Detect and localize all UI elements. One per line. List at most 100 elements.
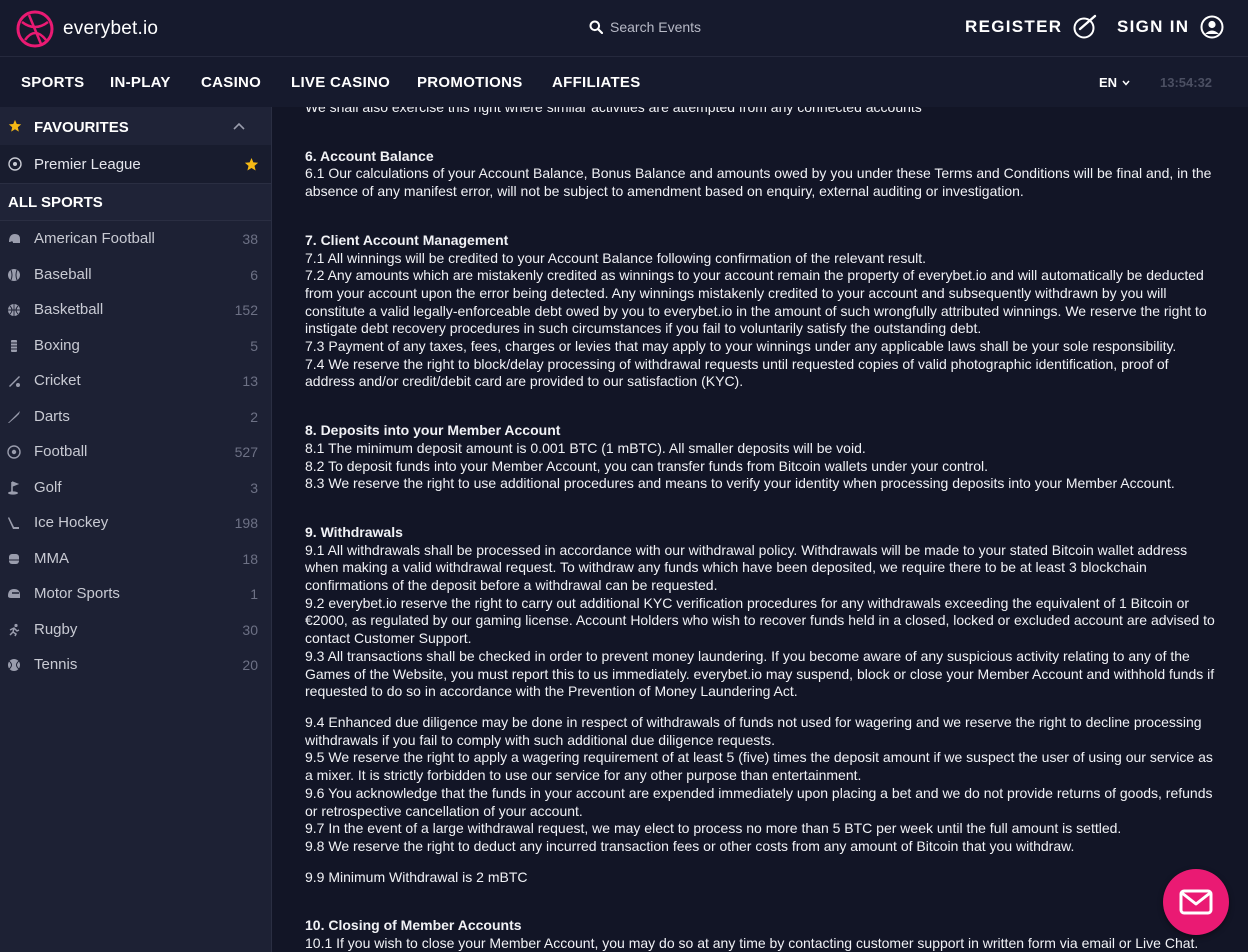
sport-item-motor-sports[interactable]: Motor Sports 1 [0,576,271,612]
boxing-icon [11,339,17,352]
chat-button[interactable] [1163,869,1229,935]
sport-name: Golf [34,478,62,496]
register-label: REGISTER [965,17,1063,36]
terms-document: We shall also exercise this right where … [305,107,1220,952]
nav-casino[interactable]: CASINO [201,74,261,91]
sport-name: Cricket [34,372,81,389]
user-icon [1200,15,1224,39]
clock: 13:54:32 [1160,75,1213,90]
mma-glove-icon [9,553,19,564]
sport-item-rugby[interactable]: Rugby 30 [0,612,271,648]
sport-item-golf[interactable]: Golf 3 [0,470,271,506]
paragraph: 9.3 All transactions shall be checked in… [305,647,1215,700]
sport-count: 198 [234,515,258,531]
sport-item-basketball[interactable]: Basketball 152 [0,292,271,328]
star-icon[interactable] [244,157,259,172]
helmet-racing-icon [8,589,20,598]
baseball-icon [8,268,20,281]
star-icon [8,119,22,132]
soccer-ball-icon [8,157,22,171]
nav-in-play[interactable]: IN-PLAY [110,74,171,91]
favourite-label: Premier League [34,156,141,173]
sport-item-mma[interactable]: MMA 18 [0,541,271,577]
language-selector[interactable]: EN [1099,75,1130,90]
sport-count: 38 [242,231,258,247]
logo-ball-icon [16,10,54,48]
sport-item-tennis[interactable]: Tennis 20 [0,647,271,683]
chevron-up-icon[interactable] [233,122,245,130]
sport-name: Boxing [34,336,80,354]
sport-list: American Football 38 Baseball 6 Basketball 15… [0,221,271,683]
sport-count: 30 [242,621,258,638]
sport-count: 1 [250,586,258,602]
sport-count: 5 [250,337,258,354]
nav-promotions[interactable]: PROMOTIONS [417,74,523,91]
basketball-icon [8,304,20,316]
paragraph: 9.8 We reserve the right to deduct any i… [305,837,1075,854]
sport-name: Football [34,443,88,460]
all-sports-title: ALL SPORTS [8,194,103,211]
paragraph: 9.5 We reserve the right to apply a wage… [305,749,1213,784]
sport-item-darts[interactable]: Darts 2 [0,399,271,435]
sign-in-button[interactable]: SIGN IN [1117,14,1225,40]
search-placeholder: Search Events [610,19,702,35]
sport-count: 13 [242,373,258,389]
sport-name: Tennis [34,656,78,673]
paragraph: 8.1 The minimum deposit amount is 0.001 … [305,439,866,456]
cricket-icon [9,376,20,387]
sport-item-boxing[interactable]: Boxing 5 [0,328,271,364]
section-title: 6. Account Balance [305,147,434,164]
section-title: 7. Client Account Management [305,231,509,248]
favourites-title: FAVOURITES [34,119,129,136]
nav-sports[interactable]: SPORTS [21,74,84,91]
dart-icon [8,410,20,423]
sign-in-label: SIGN IN [1117,17,1190,36]
chevron-down-icon [1122,80,1130,86]
register-button[interactable]: REGISTER [965,14,1098,40]
search-events[interactable]: Search Events [589,19,701,35]
runner-icon [9,623,20,636]
envelope-icon [1179,889,1213,915]
section-title: 9. Withdrawals [305,523,403,540]
sport-count: 18 [242,550,258,567]
sports-sidebar: FAVOURITES Premier League ALL SPORTS Ame… [0,107,272,952]
section-title: 8. Deposits into your Member Account [305,422,561,439]
top-header: everybet.io Search Events REGISTER SIGN … [0,0,1248,57]
sport-name: Basketball [34,301,104,318]
sport-name: MMA [34,549,69,567]
pen-check-icon [1073,14,1097,39]
sport-item-football[interactable]: Football 527 [0,434,271,470]
tennis-ball-icon [8,659,20,671]
sport-count: 20 [242,657,258,673]
sport-name: Darts [34,407,70,425]
paragraph: 9.1 All withdrawals shall be processed i… [305,541,1188,594]
paragraph: We shall also exercise this right where … [305,107,922,115]
paragraph: 10.1 If you wish to close your Member Ac… [305,935,1199,952]
sport-item-ice-hockey[interactable]: Ice Hockey 198 [0,505,271,541]
paragraph: 7.4 We reserve the right to block/delay … [305,355,1169,390]
brand-logo[interactable]: everybet.io [16,10,158,48]
nav-live-casino[interactable]: LIVE CASINO [291,74,390,91]
sport-count: 3 [250,479,258,496]
sport-name: Baseball [34,265,92,283]
section-title: 10. Closing of Member Accounts [305,917,522,934]
golf-icon [8,480,20,495]
language-label: EN [1099,75,1118,90]
paragraph: 9.9 Minimum Withdrawal is 2 mBTC [305,868,528,885]
favourite-item-premier-league[interactable]: Premier League [0,145,271,183]
main-nav: SPORTS IN-PLAY CASINO LIVE CASINO PROMOT… [0,57,1248,107]
sport-item-baseball[interactable]: Baseball 6 [0,257,271,293]
paragraph: 9.2 everybet.io reserve the right to car… [305,594,1215,647]
nav-affiliates[interactable]: AFFILIATES [552,74,641,91]
helmet-icon [9,234,20,243]
favourites-header[interactable]: FAVOURITES [0,107,271,145]
sport-count: 6 [250,266,258,283]
sport-item-cricket[interactable]: Cricket 13 [0,363,271,399]
all-sports-header: ALL SPORTS [0,183,271,221]
sport-count: 527 [234,444,258,460]
terms-content[interactable]: We shall also exercise this right where … [273,107,1248,952]
sport-item-american-football[interactable]: American Football 38 [0,221,271,257]
hockey-stick-icon [8,517,19,529]
paragraph: 8.2 To deposit funds into your Member Ac… [305,457,988,474]
paragraph: 7.1 All winnings will be credited to you… [305,249,927,266]
